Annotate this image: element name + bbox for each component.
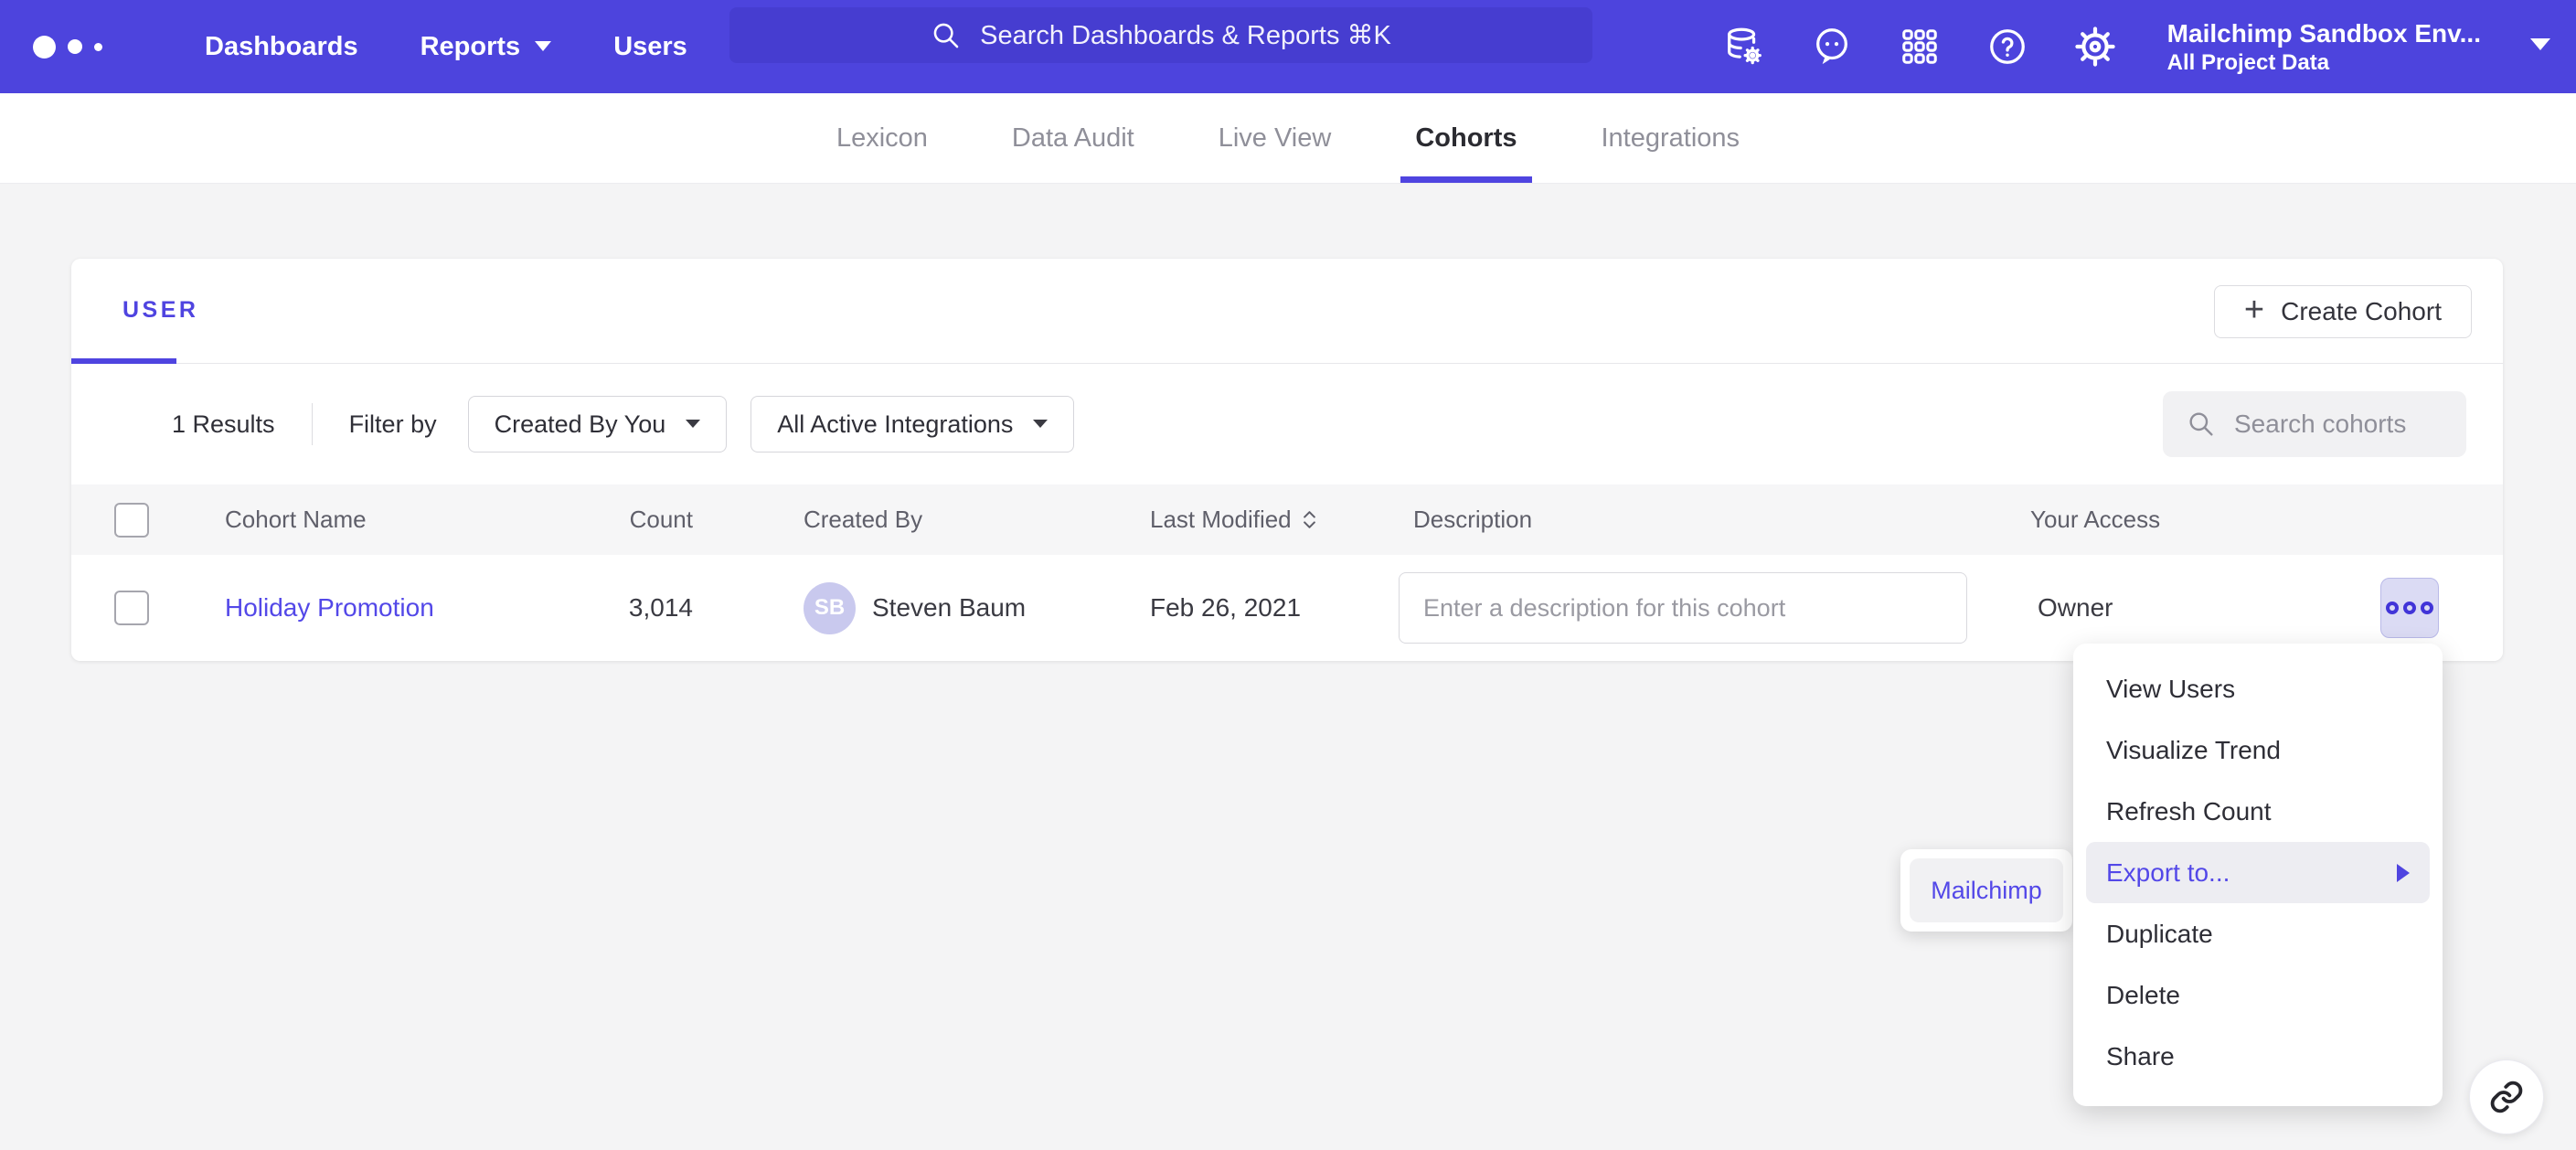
help-icon[interactable] bbox=[1986, 26, 2028, 68]
search-icon bbox=[931, 20, 962, 51]
filter-toolbar: 1 Results Filter by Created By You All A… bbox=[71, 364, 2503, 484]
menu-item-duplicate[interactable]: Duplicate bbox=[2086, 903, 2430, 964]
more-dot bbox=[2403, 602, 2416, 614]
settings-gear-icon[interactable] bbox=[2074, 26, 2116, 68]
create-cohort-label: Create Cohort bbox=[2281, 297, 2442, 326]
filter-created-by-dropdown[interactable]: Created By You bbox=[468, 396, 728, 453]
column-last-modified[interactable]: Last Modified bbox=[1150, 484, 1316, 555]
card-header: USER + Create Cohort bbox=[71, 259, 2503, 364]
menu-item-share[interactable]: Share bbox=[2086, 1026, 2430, 1087]
filter-integrations-value: All Active Integrations bbox=[777, 410, 1013, 439]
global-search-input[interactable]: Search Dashboards & Reports ⌘K bbox=[729, 7, 1592, 63]
cohort-count: 3,014 bbox=[510, 555, 693, 661]
column-count: Count bbox=[510, 484, 693, 555]
created-by-name: Steven Baum bbox=[872, 593, 1026, 623]
column-your-access: Your Access bbox=[2030, 484, 2160, 555]
column-cohort-name: Cohort Name bbox=[225, 484, 367, 555]
mixpanel-logo[interactable] bbox=[33, 36, 143, 59]
search-cohorts-box[interactable] bbox=[2163, 391, 2466, 457]
row-actions-menu: View Users Visualize Trend Refresh Count… bbox=[2073, 644, 2443, 1106]
filter-integrations-dropdown[interactable]: All Active Integrations bbox=[750, 396, 1074, 453]
apps-grid-icon[interactable] bbox=[1899, 26, 1941, 68]
filter-by-label: Filter by bbox=[349, 410, 437, 439]
data-management-icon[interactable] bbox=[1723, 26, 1765, 68]
more-dot bbox=[2386, 602, 2399, 614]
last-modified-cell: Feb 26, 2021 bbox=[1150, 555, 1301, 661]
filter-created-by-value: Created By You bbox=[495, 410, 666, 439]
menu-item-export-label: Export to... bbox=[2106, 858, 2230, 888]
tab-cohorts[interactable]: Cohorts bbox=[1373, 93, 1559, 183]
data-tabs: Lexicon Data Audit Live View Cohorts Int… bbox=[0, 93, 2576, 184]
nav-dashboards[interactable]: Dashboards bbox=[205, 32, 358, 62]
create-cohort-button[interactable]: + Create Cohort bbox=[2214, 285, 2472, 338]
logo-dot bbox=[94, 43, 102, 51]
tab-data-audit[interactable]: Data Audit bbox=[970, 93, 1176, 183]
tab-user-cohorts[interactable]: USER bbox=[122, 297, 198, 324]
submenu-item-mailchimp[interactable]: Mailchimp bbox=[1910, 858, 2063, 922]
avatar: SB bbox=[804, 582, 856, 634]
chevron-down-icon bbox=[1033, 420, 1048, 429]
description-input[interactable] bbox=[1399, 572, 1967, 644]
feedback-icon[interactable] bbox=[1811, 26, 1853, 68]
cohorts-card: USER + Create Cohort 1 Results Filter by… bbox=[71, 259, 2503, 661]
chevron-down-icon bbox=[2530, 38, 2550, 51]
menu-item-view-users[interactable]: View Users bbox=[2086, 658, 2430, 719]
menu-item-refresh-count[interactable]: Refresh Count bbox=[2086, 781, 2430, 842]
copy-link-button[interactable] bbox=[2469, 1059, 2544, 1134]
nav-users[interactable]: Users bbox=[613, 32, 687, 62]
project-name: Mailchimp Sandbox Env... bbox=[2167, 17, 2481, 49]
tab-lexicon[interactable]: Lexicon bbox=[794, 93, 970, 183]
created-by-cell: SB Steven Baum bbox=[804, 555, 1026, 661]
more-dot bbox=[2421, 602, 2433, 614]
row-checkbox[interactable] bbox=[114, 591, 149, 625]
search-icon bbox=[2187, 410, 2216, 439]
tab-cohorts-label: Cohorts bbox=[1415, 123, 1517, 154]
select-all-checkbox[interactable] bbox=[114, 503, 149, 538]
top-nav: Dashboards Reports Users Search Dashboar… bbox=[0, 0, 2576, 93]
cohort-name-link[interactable]: Holiday Promotion bbox=[225, 555, 434, 661]
project-scope: All Project Data bbox=[2167, 49, 2481, 77]
menu-item-export-to[interactable]: Export to... bbox=[2086, 842, 2430, 903]
sort-icon bbox=[1303, 511, 1316, 528]
project-switcher-caret[interactable] bbox=[2530, 38, 2550, 56]
logo-dot bbox=[33, 36, 56, 59]
nav-reports[interactable]: Reports bbox=[420, 32, 552, 62]
cohorts-page: Dashboards Reports Users Search Dashboar… bbox=[0, 0, 2576, 1150]
row-actions-button[interactable] bbox=[2380, 578, 2439, 638]
divider bbox=[312, 403, 313, 445]
plus-icon: + bbox=[2244, 293, 2264, 327]
active-tab-underline bbox=[1400, 176, 1531, 183]
column-last-modified-label: Last Modified bbox=[1150, 506, 1292, 534]
link-icon bbox=[2488, 1079, 2525, 1115]
tab-live-view[interactable]: Live View bbox=[1176, 93, 1374, 183]
results-count: 1 Results bbox=[172, 410, 275, 439]
submenu-arrow-icon bbox=[2397, 864, 2410, 882]
column-description: Description bbox=[1413, 484, 1532, 555]
table-header: Cohort Name Count Created By Last Modifi… bbox=[71, 484, 2503, 555]
page-body: USER + Create Cohort 1 Results Filter by… bbox=[0, 184, 2576, 1150]
project-switcher[interactable]: Mailchimp Sandbox Env... All Project Dat… bbox=[2167, 17, 2481, 77]
primary-nav: Dashboards Reports Users bbox=[143, 32, 687, 62]
search-cohorts-input[interactable] bbox=[2234, 410, 2443, 439]
chevron-down-icon bbox=[686, 420, 700, 429]
nav-reports-label: Reports bbox=[420, 32, 521, 62]
global-search-placeholder: Search Dashboards & Reports ⌘K bbox=[980, 19, 1391, 51]
tab-integrations[interactable]: Integrations bbox=[1559, 93, 1783, 183]
menu-item-visualize-trend[interactable]: Visualize Trend bbox=[2086, 719, 2430, 781]
logo-dot bbox=[68, 39, 82, 54]
top-nav-actions: Mailchimp Sandbox Env... All Project Dat… bbox=[1723, 0, 2550, 93]
export-submenu: Mailchimp bbox=[1900, 849, 2072, 932]
chevron-down-icon bbox=[535, 41, 551, 52]
column-created-by: Created By bbox=[804, 484, 922, 555]
menu-item-delete[interactable]: Delete bbox=[2086, 964, 2430, 1026]
